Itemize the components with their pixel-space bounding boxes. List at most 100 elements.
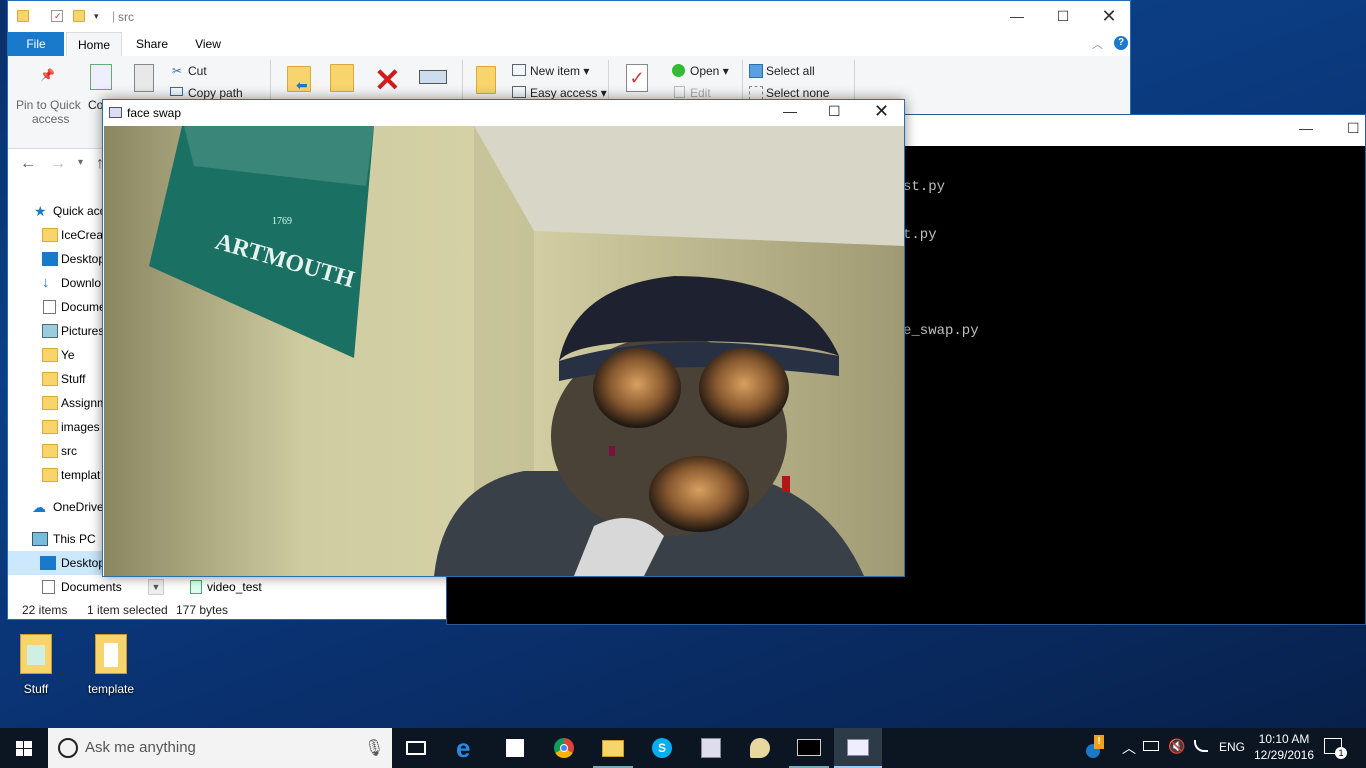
paste-icon[interactable]: [134, 64, 154, 92]
task-view-icon: [406, 741, 426, 755]
select-all-button[interactable]: Select all: [766, 64, 815, 78]
minimize-button[interactable]: —: [783, 103, 797, 119]
close-button[interactable]: ✕: [1086, 1, 1132, 32]
desktop-icon: [42, 252, 58, 266]
console-icon: [797, 739, 821, 756]
windows-logo-icon: [16, 741, 32, 756]
minimize-button[interactable]: —: [1299, 120, 1313, 136]
selected-size: 177 bytes: [176, 603, 229, 617]
minimize-ribbon-icon[interactable]: ︿: [1092, 36, 1103, 52]
update-icon[interactable]: !: [1086, 735, 1104, 758]
maximize-button[interactable]: ☐: [828, 103, 841, 120]
taskbar-edge[interactable]: e: [443, 728, 491, 768]
app-window-icon: [701, 738, 721, 758]
forward-arrow-icon[interactable]: →: [50, 155, 66, 173]
delete-icon[interactable]: ✕: [374, 60, 401, 100]
task-view-button[interactable]: [392, 728, 440, 768]
cut-button[interactable]: Cut: [188, 64, 207, 78]
cortana-search-box[interactable]: Ask me anything 🎙: [48, 728, 392, 768]
document-icon: [42, 580, 55, 594]
copy-icon: [90, 64, 112, 90]
language-indicator[interactable]: ENG: [1219, 740, 1245, 754]
desktop-icon-stuff[interactable]: Stuff: [1, 634, 71, 696]
taskbar-paint[interactable]: [736, 728, 784, 768]
copy-path-icon: [170, 87, 183, 96]
file-explorer-icon: [602, 740, 624, 757]
file-row-name[interactable]: video_test: [207, 575, 262, 599]
clock[interactable]: 10:10 AM 12/29/2016: [1251, 732, 1317, 762]
new-folder-ribbon-icon[interactable]: [476, 66, 496, 94]
tab-file[interactable]: File: [8, 32, 64, 56]
move-to-icon[interactable]: ⬅: [287, 66, 311, 92]
clock-date: 12/29/2016: [1253, 748, 1315, 762]
nav-label: Stuff: [61, 372, 86, 386]
nav-label: Pictures: [61, 324, 105, 338]
microphone-icon[interactable]: 🎙: [364, 738, 384, 758]
action-center-icon[interactable]: 1: [1324, 738, 1347, 759]
nav-label: Downlo: [61, 276, 102, 290]
clock-time: 10:10 AM: [1258, 732, 1310, 746]
new-item-button[interactable]: New item ▾: [530, 64, 589, 78]
tab-view[interactable]: View: [184, 32, 232, 56]
nav-label: Assignm: [61, 396, 108, 410]
help-icon[interactable]: ?: [1114, 36, 1128, 50]
taskbar-file-explorer[interactable]: [589, 728, 637, 768]
copy-path-button[interactable]: Copy path: [188, 86, 243, 100]
folder-icon: [95, 634, 127, 674]
scroll-down-button[interactable]: ▼: [148, 579, 164, 595]
folder-icon: [42, 420, 58, 434]
properties-ribbon-icon[interactable]: ✓: [626, 64, 648, 92]
taskbar-console[interactable]: [785, 728, 833, 768]
taskbar-face-swap[interactable]: [834, 728, 882, 768]
volume-muted-icon[interactable]: 🔇: [1168, 738, 1185, 755]
taskbar-skype[interactable]: S: [638, 728, 686, 768]
app-icon: [109, 107, 122, 118]
star-icon: ★: [34, 203, 47, 219]
face-swap-app-icon: [847, 739, 869, 756]
folder-preview: [104, 643, 118, 667]
taskbar-chrome[interactable]: [540, 728, 588, 768]
easy-access-button[interactable]: Easy access ▾: [530, 86, 607, 100]
start-button[interactable]: [0, 728, 48, 768]
cloud-icon: ☁: [32, 499, 46, 515]
pin-label-2: access: [32, 112, 70, 126]
new-folder-icon[interactable]: [73, 10, 85, 22]
back-arrow-icon[interactable]: ←: [20, 155, 36, 173]
rename-icon[interactable]: [419, 70, 447, 84]
easy-access-icon: [512, 86, 526, 98]
select-none-button[interactable]: Select none: [766, 86, 829, 100]
wifi-icon[interactable]: [1194, 740, 1208, 752]
desktop-icon: [40, 556, 56, 570]
store-icon: [506, 739, 524, 757]
maximize-button[interactable]: ☐: [1040, 1, 1086, 32]
computer-icon: [32, 532, 48, 546]
maximize-button[interactable]: ☐: [1347, 120, 1360, 137]
desktop-icon-template[interactable]: template: [76, 634, 146, 696]
copy-to-icon[interactable]: [330, 64, 354, 92]
edit-button[interactable]: Edit: [690, 86, 711, 100]
show-hidden-icons-icon[interactable]: ︿: [1122, 738, 1136, 758]
folder-icon: [42, 348, 58, 362]
pin-to-quick-access-button[interactable]: 📌 Pin to Quick access: [16, 62, 81, 128]
nav-label: Documents: [61, 580, 122, 594]
banner-year: 1769: [272, 216, 292, 227]
desktop-icon-label: template: [87, 682, 135, 696]
open-button[interactable]: Open ▾: [690, 64, 729, 78]
tab-share[interactable]: Share: [128, 32, 176, 56]
document-icon: [43, 300, 56, 314]
properties-icon[interactable]: ✓: [51, 10, 63, 22]
taskbar-app[interactable]: [687, 728, 735, 768]
customize-qat-icon[interactable]: ▾: [94, 11, 106, 23]
recent-locations-icon[interactable]: ▾: [78, 157, 83, 168]
ribbon-tabs: File Home Share View ︿ ?: [8, 32, 1130, 56]
close-button[interactable]: ✕: [874, 101, 889, 122]
nav-label: templat: [61, 468, 101, 482]
minimize-button[interactable]: —: [994, 1, 1040, 32]
item-count: 22 items: [22, 603, 68, 617]
folder-icon: [42, 396, 58, 410]
taskbar-store[interactable]: [491, 728, 539, 768]
python-file-icon: [190, 580, 202, 594]
tab-home[interactable]: Home: [66, 32, 122, 56]
battery-icon[interactable]: [1143, 741, 1159, 751]
nav-item-documents-pc[interactable]: Documents ▼ video_test: [8, 575, 446, 599]
